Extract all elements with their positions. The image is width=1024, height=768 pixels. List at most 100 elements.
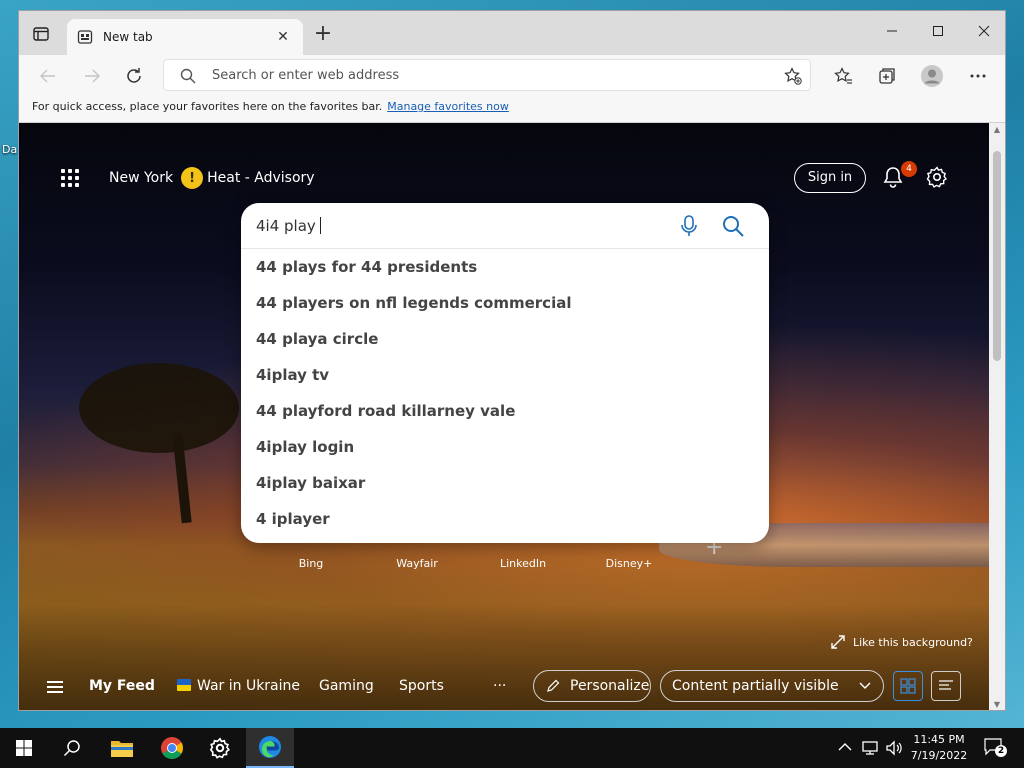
page-scrollbar[interactable]: ▲ ▼ — [989, 123, 1005, 710]
new-tab-button[interactable]: + — [313, 23, 333, 45]
search-icon[interactable] — [721, 214, 745, 238]
clock-date: 7/19/2022 — [910, 749, 968, 762]
search-suggestion[interactable]: 4iplay tv — [241, 357, 769, 393]
favorites-icon[interactable] — [830, 63, 856, 89]
title-bar: New tab ✕ + — [19, 11, 1005, 55]
network-icon[interactable] — [862, 740, 880, 759]
edge-icon — [259, 736, 281, 758]
search-suggestion[interactable]: 4 iplayer — [241, 501, 769, 537]
chrome-button[interactable] — [148, 728, 196, 768]
list-view-icon — [939, 680, 953, 690]
add-favorite-icon[interactable] — [784, 67, 802, 85]
action-center-count: 2 — [995, 745, 1007, 757]
tab-new-tab[interactable]: New tab ✕ — [67, 19, 303, 55]
search-suggestion[interactable]: 44 playford road killarney vale — [241, 393, 769, 429]
folder-icon — [111, 741, 133, 757]
windows-logo-icon — [16, 740, 32, 756]
chevron-down-icon — [859, 682, 871, 689]
web-search-box: 4i4 play 44 plays for 44 presidents 44 p… — [241, 203, 769, 543]
warning-icon: ! — [181, 167, 204, 189]
quick-link-label: Disney+ — [605, 557, 653, 570]
search-suggestion[interactable]: 4iplay baixar — [241, 465, 769, 501]
search-icon — [180, 68, 196, 84]
collections-icon[interactable] — [874, 63, 900, 89]
feed-bar: My Feed War in Ukraine Gaming Sports ···… — [19, 666, 990, 710]
edge-button[interactable] — [246, 728, 294, 768]
profile-avatar[interactable] — [919, 63, 945, 89]
address-bar[interactable]: Search or enter web address — [163, 59, 811, 91]
more-menu-icon[interactable] — [965, 63, 991, 89]
app-launcher-icon[interactable] — [61, 169, 79, 187]
manage-favorites-link[interactable]: Manage favorites now — [387, 100, 509, 113]
minimize-button[interactable] — [869, 11, 915, 51]
favorites-bar: For quick access, place your favorites h… — [19, 97, 1005, 123]
browser-toolbar: Search or enter web address — [19, 55, 1005, 97]
microphone-icon[interactable] — [679, 214, 699, 238]
system-clock[interactable]: 11:45 PM 7/19/2022 — [906, 732, 972, 764]
search-suggestion[interactable]: 44 playa circle — [241, 321, 769, 357]
personalize-button[interactable]: Personalize — [533, 670, 651, 702]
tab-actions-icon[interactable] — [27, 23, 55, 45]
show-hidden-icons-button[interactable] — [838, 740, 852, 754]
clock-time: 11:45 PM — [913, 733, 965, 746]
forward-button[interactable] — [77, 61, 107, 91]
feed-tab-sports[interactable]: Sports — [399, 678, 444, 694]
search-suggestion[interactable]: 44 players on nfl legends commercial — [241, 285, 769, 321]
grid-view-button[interactable] — [893, 671, 923, 701]
like-background-text: Like this background? — [853, 635, 973, 649]
gear-icon[interactable] — [925, 165, 949, 189]
gear-icon — [209, 737, 230, 759]
scroll-up-arrow-icon[interactable]: ▲ — [992, 125, 1002, 135]
quick-link-label: Wayfair — [396, 557, 438, 570]
address-placeholder: Search or enter web address — [212, 68, 400, 83]
weather-widget[interactable]: New York ! Heat - Advisory — [109, 167, 315, 189]
quick-link-label: LinkedIn — [499, 557, 547, 570]
search-suggestion[interactable]: 44 plays for 44 presidents — [241, 249, 769, 285]
search-suggestions: 44 plays for 44 presidents 44 players on… — [241, 249, 769, 537]
favorites-bar-text: For quick access, place your favorites h… — [32, 100, 383, 113]
weather-alert-text: Heat - Advisory — [207, 170, 315, 186]
pencil-icon — [547, 679, 560, 692]
more-feed-icon[interactable]: ··· — [493, 678, 506, 694]
start-button[interactable] — [0, 728, 48, 768]
volume-icon[interactable] — [886, 740, 904, 759]
ukraine-flag-icon — [177, 679, 191, 691]
scroll-thumb[interactable] — [993, 151, 1001, 361]
feed-tab-label: War in Ukraine — [197, 678, 301, 694]
like-background-link[interactable]: Like this background? — [831, 635, 973, 649]
notification-badge: 4 — [901, 161, 917, 177]
feed-tab-gaming[interactable]: Gaming — [319, 678, 374, 694]
text-caret — [319, 217, 321, 234]
feed-tab-my-feed[interactable]: My Feed — [89, 678, 155, 694]
settings-button[interactable] — [196, 728, 244, 768]
content-visibility-dropdown[interactable]: Content partially visible — [660, 670, 884, 702]
back-button[interactable] — [33, 61, 63, 91]
content-visibility-label: Content partially visible — [672, 678, 839, 694]
search-input[interactable]: 4i4 play — [256, 217, 321, 235]
location-text: New York — [109, 170, 174, 186]
file-explorer-button[interactable] — [98, 728, 146, 768]
taskbar-search-button[interactable] — [48, 728, 96, 768]
new-tab-page-icon — [77, 30, 93, 44]
new-tab-page: New York ! Heat - Advisory Sign in 4 Bin… — [19, 123, 990, 710]
taskbar: 11:45 PM 7/19/2022 2 — [0, 728, 1024, 768]
desktop-icon-label[interactable]: Da — [2, 142, 17, 158]
search-input-row: 4i4 play — [241, 203, 769, 249]
close-tab-icon[interactable]: ✕ — [273, 29, 293, 45]
sign-in-button[interactable]: Sign in — [794, 163, 866, 193]
scroll-down-arrow-icon[interactable]: ▼ — [992, 700, 1002, 710]
search-suggestion[interactable]: 4iplay login — [241, 429, 769, 465]
background-tree-canopy — [79, 363, 239, 453]
expand-icon — [831, 635, 845, 649]
quick-link-label: Bing — [298, 557, 324, 570]
refresh-button[interactable] — [119, 61, 149, 91]
list-view-button[interactable] — [931, 671, 961, 701]
browser-window: New tab ✕ + Search or enter web address — [18, 10, 1006, 711]
maximize-button[interactable] — [915, 11, 961, 51]
chrome-icon — [161, 737, 183, 759]
hamburger-menu-icon[interactable] — [47, 681, 63, 693]
feed-tab-war-in-ukraine[interactable]: War in Ukraine — [177, 678, 300, 694]
tab-title: New tab — [103, 30, 153, 44]
action-center-button[interactable]: 2 — [984, 738, 1007, 758]
close-window-button[interactable] — [961, 11, 1005, 51]
